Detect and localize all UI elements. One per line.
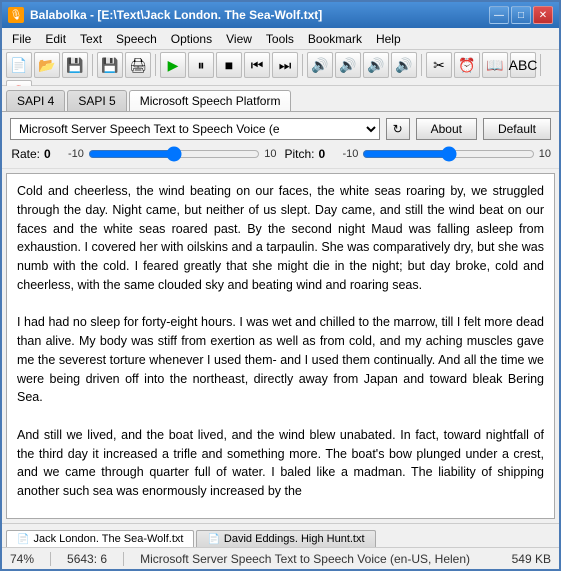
eddings-tab-label: David Eddings. High Hunt.txt [224,533,365,545]
status-zoom: 74% [10,552,34,566]
bottom-tab-eddings[interactable]: 📄 David Eddings. High Hunt.txt [196,530,375,547]
window-title: Balabolka - [E:\Text\Jack London. The Se… [30,8,322,22]
toolbar-separator [421,54,422,76]
save2-toolbar-button[interactable]: 💾 [97,52,123,78]
status-position: 5643: 6 [67,552,107,566]
toolbar-separator [92,54,93,76]
minimize-button[interactable]: — [489,6,509,24]
status-sep1 [50,552,51,566]
convert2-toolbar-button[interactable]: 🔊 [335,52,361,78]
menu-item-help[interactable]: Help [370,30,407,48]
status-voice: Microsoft Server Speech Text to Speech V… [140,552,496,566]
convert4-toolbar-button[interactable]: 🔊 [391,52,417,78]
bottom-tab-wolf[interactable]: 📄 Jack London. The Sea-Wolf.txt [6,530,194,547]
refresh-button[interactable]: ↻ [386,118,410,140]
new-toolbar-button[interactable]: 📄 [6,52,32,78]
menu-item-edit[interactable]: Edit [39,30,72,48]
menu-item-speech[interactable]: Speech [110,30,163,48]
pitch-min: -10 [343,148,359,160]
save-toolbar-button[interactable]: 💾 [62,52,88,78]
status-bar: 74% 5643: 6 Microsoft Server Speech Text… [2,547,559,569]
voice-select[interactable]: Microsoft Server Speech Text to Speech V… [10,118,380,140]
text-content-area[interactable]: Cold and cheerless, the wind beating on … [6,173,555,519]
rate-min: -10 [68,148,84,160]
next-toolbar-button[interactable]: ⏭ [272,52,298,78]
dict-toolbar-button[interactable]: 📖 [482,52,508,78]
slider-row: Rate: 0 -10 10 Pitch: 0 -10 10 [10,146,551,162]
toolbar-separator [302,54,303,76]
pause-toolbar-button[interactable]: ⏸ [188,52,214,78]
voice-section: Microsoft Server Speech Text to Speech V… [2,112,559,169]
play-toolbar-button[interactable]: ▶ [160,52,186,78]
maximize-button[interactable]: □ [511,6,531,24]
toolbar-separator [155,54,156,76]
cut-toolbar-button[interactable]: ✂ [426,52,452,78]
menu-item-options[interactable]: Options [165,30,218,48]
toolbar-separator [540,54,541,76]
print-toolbar-button[interactable]: 🖨 [125,52,151,78]
rate-value: 0 [44,147,64,161]
default-button[interactable]: Default [483,118,551,140]
toolbar: 📄📂💾💾🖨▶⏸■⏮⏭🔊🔊🔊🔊✂⏰📖ABC❓ [2,50,559,86]
menu-item-bookmark[interactable]: Bookmark [302,30,368,48]
close-button[interactable]: ✕ [533,6,553,24]
eddings-tab-icon: 📄 [207,534,219,545]
rate-slider[interactable] [88,146,260,162]
clock-toolbar-button[interactable]: ⏰ [454,52,480,78]
title-bar: 🎙 Balabolka - [E:\Text\Jack London. The … [2,2,559,28]
status-size: 549 KB [512,552,551,566]
app-icon: 🎙 [8,7,24,23]
wolf-tab-label: Jack London. The Sea-Wolf.txt [33,533,183,545]
pitch-slider[interactable] [362,146,534,162]
tab-msp[interactable]: Microsoft Speech Platform [129,90,292,111]
pitch-max: 10 [539,148,551,160]
prev-toolbar-button[interactable]: ⏮ [244,52,270,78]
about-button[interactable]: About [416,118,477,140]
menu-item-file[interactable]: File [6,30,37,48]
menu-bar: FileEditTextSpeechOptionsViewToolsBookma… [2,28,559,50]
bottom-tabs: 📄 Jack London. The Sea-Wolf.txt 📄 David … [2,523,559,547]
content-text: Cold and cheerless, the wind beating on … [17,182,544,501]
main-window: 🎙 Balabolka - [E:\Text\Jack London. The … [0,0,561,571]
window-controls: — □ ✕ [489,6,553,24]
menu-item-tools[interactable]: Tools [260,30,300,48]
tab-sapi4[interactable]: SAPI 4 [6,90,65,111]
status-sep2 [123,552,124,566]
refresh-icon: ↻ [393,122,403,136]
pitch-value: 0 [319,147,339,161]
pitch-label: Pitch: [285,147,315,161]
tabs-area: SAPI 4 SAPI 5 Microsoft Speech Platform [2,86,559,112]
rate-max: 10 [264,148,276,160]
open-toolbar-button[interactable]: 📂 [34,52,60,78]
title-bar-left: 🎙 Balabolka - [E:\Text\Jack London. The … [8,7,322,23]
menu-item-view[interactable]: View [220,30,258,48]
voice-row: Microsoft Server Speech Text to Speech V… [10,118,551,140]
convert-toolbar-button[interactable]: 🔊 [307,52,333,78]
convert3-toolbar-button[interactable]: 🔊 [363,52,389,78]
rate-group: Rate: 0 -10 10 [10,146,277,162]
rate-label: Rate: [10,147,40,161]
tab-sapi5[interactable]: SAPI 5 [67,90,126,111]
stop-toolbar-button[interactable]: ■ [216,52,242,78]
wolf-tab-icon: 📄 [17,534,29,545]
pitch-group: Pitch: 0 -10 10 [285,146,552,162]
spell-toolbar-button[interactable]: ABC [510,52,536,78]
menu-item-text[interactable]: Text [74,30,108,48]
